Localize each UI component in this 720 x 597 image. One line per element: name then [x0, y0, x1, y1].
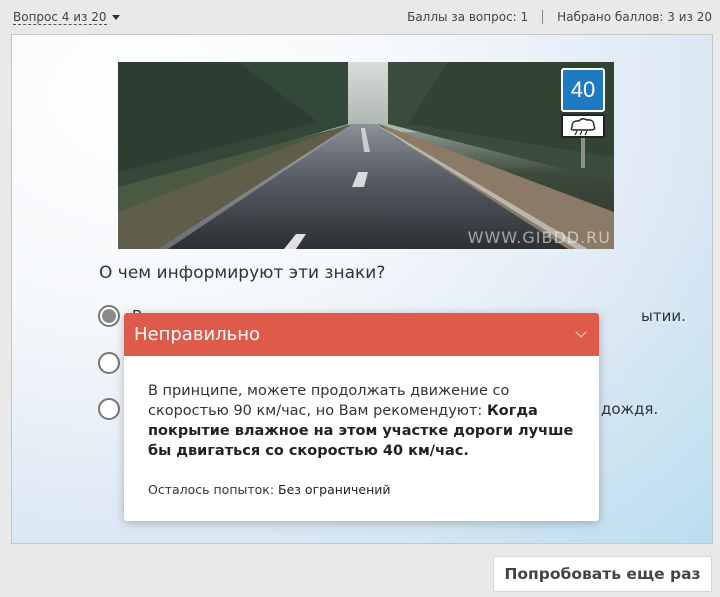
attempts-remaining: Осталось попыток: Без ограничений [148, 482, 391, 497]
radio-selected[interactable] [98, 305, 120, 327]
speed-limit-sign: 40 [561, 68, 605, 112]
question-image: 40 WWW.GIBDD.RU [118, 62, 614, 249]
feedback-header: Неправильно [124, 313, 599, 356]
feedback-popup: Неправильно В принципе, можете продолжат… [124, 313, 599, 521]
feedback-message: В принципе, можете продолжать движение с… [124, 356, 599, 461]
image-watermark: WWW.GIBDD.RU [467, 228, 611, 247]
points-per-question: Баллы за вопрос: 1 [407, 10, 529, 24]
sign-pole [581, 138, 585, 168]
caret-down-icon [111, 15, 120, 20]
score-info: Баллы за вопрос: 1 Набрано баллов: 3 из … [407, 10, 712, 24]
feedback-message-plain: В принципе, можете продолжать движение с… [148, 383, 510, 419]
road-scene [118, 62, 614, 249]
retry-button[interactable]: Попробовать еще раз [493, 556, 712, 592]
chevron-down-icon[interactable] [575, 326, 587, 338]
top-bar: Вопрос 4 из 20 Баллы за вопрос: 1 Набран… [0, 0, 720, 34]
answer-option-tail: дождя. [601, 400, 659, 418]
attempts-label: Осталось попыток: [148, 482, 279, 497]
question-selector-dropdown[interactable]: Вопрос 4 из 20 [13, 10, 120, 25]
radio-unselected[interactable] [98, 352, 120, 374]
answer-option-tail: ытии. [641, 307, 686, 325]
feedback-title: Неправильно [134, 324, 261, 345]
attempts-value: Без ограничений [278, 482, 391, 497]
radio-unselected[interactable] [98, 398, 120, 420]
wet-road-sign-icon [561, 114, 605, 138]
question-selector-label: Вопрос 4 из 20 [13, 10, 107, 25]
points-scored: Набрано баллов: 3 из 20 [557, 10, 712, 24]
question-text: О чем информируют эти знаки? [99, 263, 386, 283]
divider [542, 10, 544, 24]
